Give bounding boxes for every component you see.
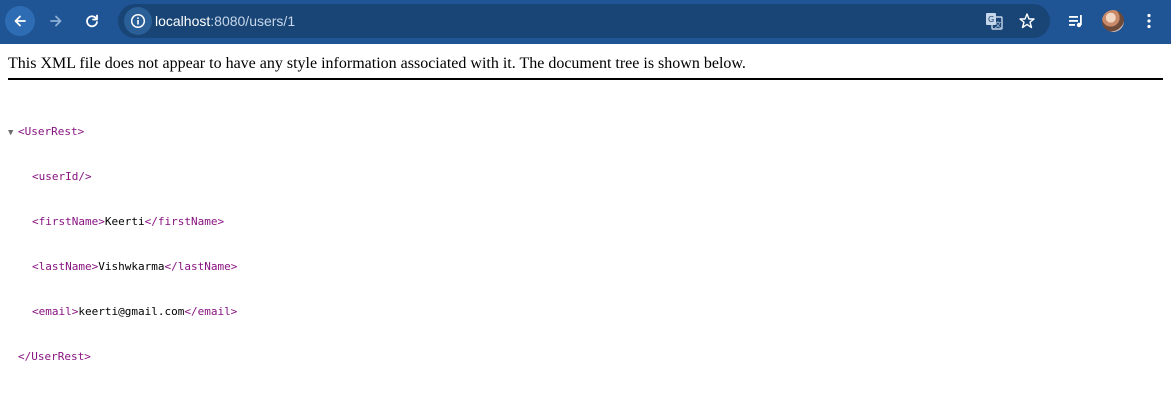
url-host: localhost [155, 13, 211, 29]
browser-toolbar: localhost:8080/users/1 G 文 [0, 0, 1171, 44]
xml-text: keerti@gmail.com [78, 305, 185, 318]
xml-tag: </email> [184, 305, 238, 318]
xml-element-lastName: <lastName>Vishwkarma</lastName> [8, 259, 237, 274]
svg-text:文: 文 [995, 20, 1002, 29]
xml-tag: </UserRest> [18, 350, 91, 363]
translate-button[interactable]: G 文 [984, 11, 1004, 31]
xml-tag: <lastName> [32, 260, 99, 273]
reload-button[interactable] [77, 6, 107, 36]
xml-style-notice: This XML file does not appear to have an… [8, 54, 1163, 80]
svg-text:G: G [988, 15, 994, 24]
xml-text: Vishwkarma [98, 260, 165, 273]
browser-menu-button[interactable] [1138, 10, 1160, 32]
xml-element-userId: <userId/> [8, 169, 237, 184]
reload-icon [86, 14, 98, 28]
xml-tag: <email> [32, 305, 79, 318]
media-queue-icon [1069, 15, 1082, 28]
xml-tag: <UserRest> [18, 125, 85, 138]
address-bar[interactable]: localhost:8080/users/1 G 文 [118, 4, 1050, 38]
xml-element-email: <email>keerti@gmail.com</email> [8, 304, 237, 319]
xml-tag: <userId/> [32, 170, 92, 183]
xml-root-open-line: ▼ <UserRest> [8, 124, 237, 139]
xml-root-close-line: </UserRest> [8, 349, 237, 364]
collapse-arrow-icon[interactable]: ▼ [8, 126, 18, 141]
xml-tag: </firstName> [144, 215, 225, 228]
url-text[interactable]: localhost:8080/users/1 [155, 13, 295, 29]
avatar[interactable] [1102, 10, 1124, 32]
star-icon [1019, 13, 1035, 29]
media-controls-button[interactable] [1065, 10, 1087, 32]
xml-tag: <firstName> [32, 215, 105, 228]
back-button[interactable] [5, 6, 35, 36]
xml-text: Keerti [104, 215, 145, 228]
xml-tree: ▼ <UserRest> <userId/> <firstName>Keerti<… [8, 94, 237, 379]
xml-element-firstName: <firstName>Keerti</firstName> [8, 214, 237, 229]
bookmark-button[interactable] [1017, 11, 1037, 31]
info-icon [130, 13, 146, 29]
xml-tag: </lastName> [164, 260, 238, 273]
arrow-left-icon [14, 15, 26, 27]
arrow-right-icon [50, 15, 62, 27]
url-path: :8080/users/1 [210, 13, 296, 29]
translate-icon: G 文 [986, 13, 1003, 30]
forward-button[interactable] [41, 6, 71, 36]
site-info-button[interactable] [124, 7, 152, 35]
kebab-menu-icon [1147, 13, 1151, 29]
